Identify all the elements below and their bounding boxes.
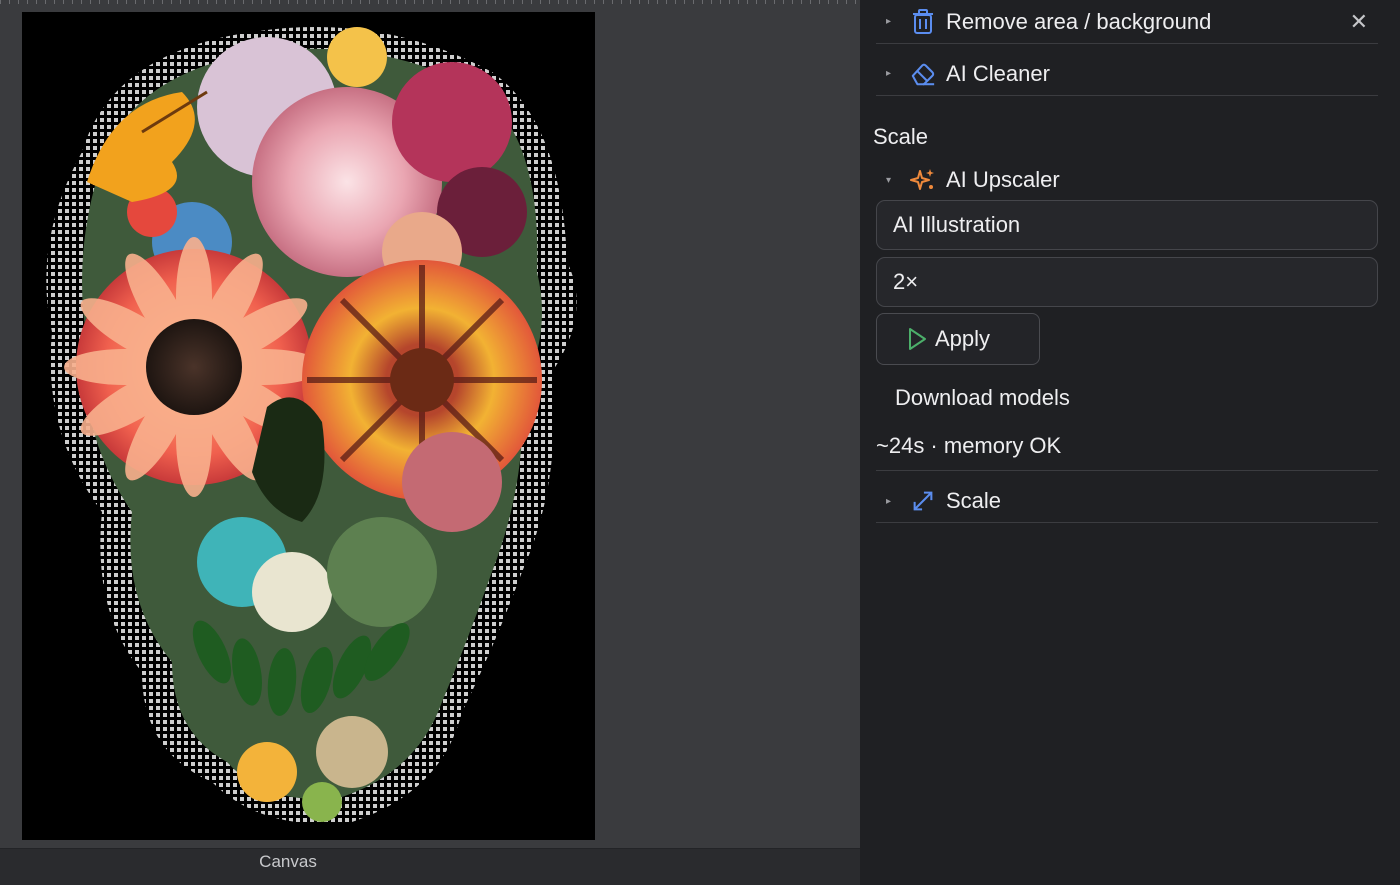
resize-arrows-icon bbox=[910, 488, 936, 514]
section-title: AI Cleaner bbox=[946, 60, 1050, 86]
collapse-caret-icon[interactable]: ▸ bbox=[876, 68, 898, 79]
collapse-caret-icon[interactable]: ▸ bbox=[876, 16, 898, 27]
apply-label: Apply bbox=[935, 326, 991, 351]
canvas-ruler bbox=[0, 0, 860, 4]
play-icon bbox=[907, 327, 935, 351]
section-scale[interactable]: ▸ Scale bbox=[876, 480, 1378, 523]
canvas-label: Canvas bbox=[259, 852, 317, 871]
collapse-caret-icon[interactable]: ▸ bbox=[876, 496, 898, 507]
canvas-image[interactable] bbox=[22, 12, 595, 840]
scale-heading: Scale bbox=[873, 124, 929, 149]
section-title: Remove area / background bbox=[946, 8, 1212, 34]
section-ai-cleaner[interactable]: ▸ AI Cleaner bbox=[876, 52, 1378, 96]
expanded-caret-icon[interactable]: ▾ bbox=[876, 175, 898, 186]
download-models-link[interactable]: Download models bbox=[895, 385, 1070, 411]
divider bbox=[876, 470, 1378, 471]
floral-skull-artwork bbox=[46, 27, 577, 824]
trash-icon bbox=[910, 8, 936, 35]
tool-panel: ▸ Remove area / background ✕ ▸ AI Cleane… bbox=[860, 0, 1400, 885]
model-select[interactable]: AI Illustration bbox=[876, 200, 1378, 250]
scale-factor-select[interactable]: 2× bbox=[876, 257, 1378, 307]
close-icon[interactable]: ✕ bbox=[1350, 9, 1368, 35]
section-title: AI Upscaler bbox=[946, 167, 1060, 192]
apply-button[interactable]: Apply bbox=[876, 313, 1040, 365]
section-title: Scale bbox=[946, 488, 1002, 513]
canvas-area[interactable]: Canvas bbox=[0, 0, 860, 885]
status-text: ~24s · memory OK bbox=[876, 433, 1062, 458]
eraser-icon bbox=[910, 61, 936, 87]
section-ai-upscaler[interactable]: ▾ AI Upscaler bbox=[876, 158, 1378, 202]
sparkle-icon bbox=[910, 167, 936, 193]
section-remove-background[interactable]: ▸ Remove area / background ✕ bbox=[876, 0, 1378, 44]
